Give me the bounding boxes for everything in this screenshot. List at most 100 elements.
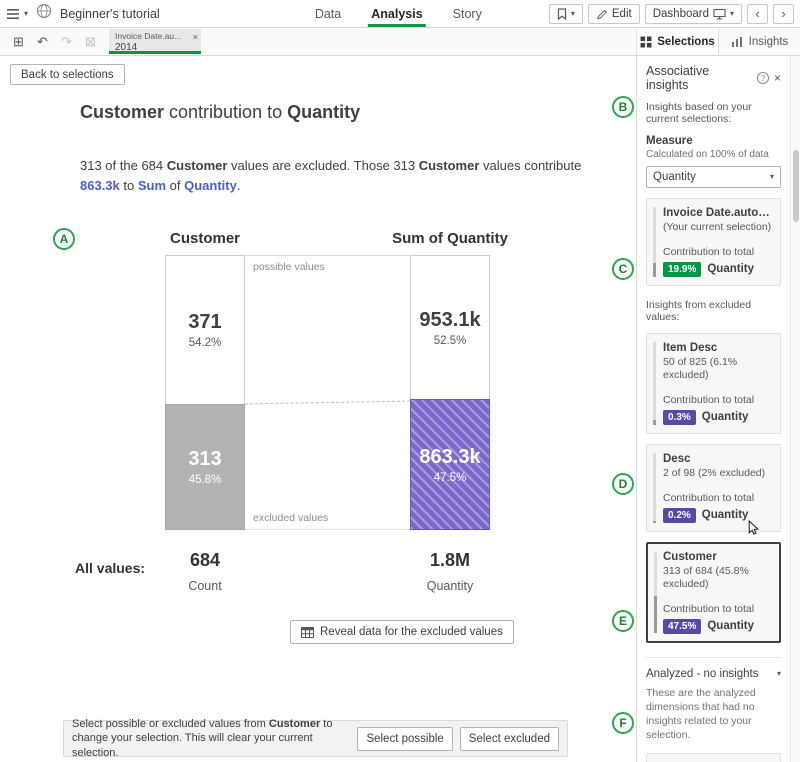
bookmark-icon: [557, 8, 567, 20]
reveal-data-button[interactable]: Reveal data for the excluded values: [290, 620, 514, 644]
panel-intro-text: Insights based on your current selection…: [646, 101, 781, 125]
pencil-icon: [596, 8, 608, 20]
topbar-right: ▾ Edit Dashboard ▾ ‹ ›: [549, 4, 794, 24]
monitor-icon: [713, 8, 726, 20]
close-panel-icon[interactable]: ×: [774, 72, 781, 84]
panel-scrollbar[interactable]: [790, 56, 800, 762]
customer-total: 684 Count: [145, 550, 265, 593]
customer-total-value: 684: [145, 550, 265, 571]
insight-card-product-sub-group[interactable]: Product Sub Group No exclusions found wi…: [646, 753, 781, 762]
selections-toolbar: ⊞ ↶ ↷ ⊠ Invoice Date.au... 2014 ×: [0, 28, 800, 56]
step-forward-icon: ↷: [61, 34, 72, 50]
card-gauge: [653, 342, 656, 425]
qlik-app-window: ▾ Beginner's tutorial Data Analysis Stor…: [0, 0, 800, 762]
contribution-label: Contribution to total: [663, 246, 773, 258]
chevron-down-icon: ▾: [24, 10, 28, 18]
insight-card-invoice-date[interactable]: Invoice Date.autoCalen... (Your current …: [646, 198, 781, 286]
insight-card-item-desc[interactable]: Item Desc 50 of 825 (6.1% excluded) Cont…: [646, 333, 781, 434]
quantity-total-label: Quantity: [370, 579, 530, 593]
chip-close-icon[interactable]: ×: [193, 33, 198, 42]
quantity-total: 1.8M Quantity: [370, 550, 530, 593]
quantity-excluded-segment[interactable]: 863.3k 47.5%: [410, 399, 490, 530]
annotation-label-c: C: [612, 258, 634, 280]
tab-story[interactable]: Story: [453, 0, 482, 27]
next-sheet-button[interactable]: ›: [773, 4, 794, 24]
card-badge-row: 19.9% Quantity: [663, 262, 773, 277]
selections-grid-icon: ⊞: [13, 34, 24, 50]
customer-possible-segment[interactable]: 371 54.2%: [165, 255, 245, 404]
edit-button[interactable]: Edit: [588, 4, 640, 24]
panel-title: Associative insights: [646, 64, 752, 92]
customer-possible-value: 371: [188, 311, 221, 334]
bookmark-button[interactable]: ▾: [549, 4, 583, 24]
page-title: Customer contribution to Quantity: [80, 102, 360, 123]
customer-excluded-pct: 45.8%: [189, 474, 222, 486]
selections-grid-icon: [640, 36, 652, 48]
contribution-label: Contribution to total: [663, 603, 773, 615]
insights-icon: [731, 36, 744, 48]
customer-excluded-segment[interactable]: 313 45.8%: [165, 404, 245, 530]
card-measure-label: Quantity: [702, 411, 749, 423]
tab-insights-label: Insights: [749, 36, 789, 48]
sheet-selector-button[interactable]: Dashboard ▾: [645, 4, 742, 24]
selections-tool-button[interactable]: ⊞: [8, 31, 29, 52]
card-title: Desc: [663, 453, 773, 465]
contribution-label: Contribution to total: [663, 394, 773, 406]
column-header-sum-of-quantity: Sum of Quantity: [370, 230, 530, 247]
analyzed-section-label: Analyzed - no insights: [646, 668, 759, 680]
global-menu-button[interactable]: ▾: [6, 8, 28, 20]
chevron-down-icon: ▾: [777, 670, 781, 678]
previous-sheet-button[interactable]: ‹: [747, 4, 768, 24]
title-customer: Customer: [80, 102, 164, 122]
title-mid: contribution to: [164, 102, 287, 122]
step-forward-selection-button[interactable]: ↷: [56, 31, 77, 52]
selection-notice-text: Select possible or excluded values from …: [72, 717, 350, 760]
quantity-possible-value: 953.1k: [419, 309, 480, 332]
sum-of-quantity-bar[interactable]: 953.1k 52.5% 863.3k 47.5%: [410, 255, 490, 530]
scrollbar-thumb[interactable]: [793, 150, 799, 222]
tab-selections[interactable]: Selections: [636, 28, 718, 55]
column-header-customer: Customer: [145, 230, 265, 247]
select-possible-button[interactable]: Select possible: [357, 727, 452, 751]
tab-data[interactable]: Data: [315, 0, 341, 27]
card-gauge-fill: [653, 521, 656, 522]
card-title: Item Desc: [663, 342, 773, 354]
contribution-badge: 47.5%: [663, 619, 701, 634]
tab-analysis[interactable]: Analysis: [371, 0, 422, 27]
chevron-right-icon: ›: [781, 6, 785, 21]
selection-chip-invoice-date[interactable]: Invoice Date.au... 2014 ×: [109, 29, 201, 54]
selection-notice-bar: Select possible or excluded values from …: [63, 720, 568, 757]
selection-history-controls: ⊞ ↶ ↷ ⊠: [0, 28, 101, 55]
select-excluded-button[interactable]: Select excluded: [460, 727, 559, 751]
card-measure-label: Quantity: [702, 509, 749, 521]
selection-chip-green-bar: [109, 51, 201, 54]
analyzed-section-description: These are the analyzed dimensions that h…: [646, 686, 781, 743]
back-to-selections-button[interactable]: Back to selections: [10, 64, 125, 85]
step-back-selection-button[interactable]: ↶: [32, 31, 53, 52]
tab-insights[interactable]: Insights: [718, 28, 800, 55]
annotation-label-d: D: [612, 473, 634, 495]
insight-card-desc[interactable]: Desc 2 of 98 (2% excluded) Contribution …: [646, 444, 781, 532]
card-subtitle: 50 of 825 (6.1% excluded): [663, 356, 773, 383]
clear-selections-button[interactable]: ⊠: [80, 31, 101, 52]
card-subtitle: 2 of 98 (2% excluded): [663, 467, 773, 481]
help-icon[interactable]: ?: [757, 72, 769, 84]
split-dashed-line: [245, 401, 410, 405]
measure-subtext: Calculated on 100% of data: [646, 149, 781, 160]
step-back-icon: ↶: [37, 34, 48, 50]
all-values-label: All values:: [75, 560, 145, 576]
measure-label: Measure: [646, 135, 781, 147]
customer-possible-pct: 54.2%: [189, 337, 222, 349]
measure-dropdown[interactable]: Quantity ▾: [646, 166, 781, 188]
customer-bar[interactable]: 371 54.2% 313 45.8%: [165, 255, 245, 530]
insight-card-customer[interactable]: Customer 313 of 684 (45.8% excluded) Con…: [646, 542, 781, 643]
card-subtitle: (Your current selection): [663, 221, 773, 235]
contribution-badge: 0.3%: [663, 410, 696, 425]
card-subtitle: 313 of 684 (45.8% excluded): [663, 565, 773, 592]
contribution-label: Contribution to total: [663, 492, 773, 504]
quantity-excluded-pct: 47.5%: [434, 472, 467, 484]
analyzed-section-toggle[interactable]: Analyzed - no insights ▾: [646, 657, 781, 680]
quantity-possible-segment[interactable]: 953.1k 52.5%: [410, 255, 490, 399]
edit-button-label: Edit: [612, 8, 632, 20]
card-gauge-fill: [653, 263, 656, 277]
